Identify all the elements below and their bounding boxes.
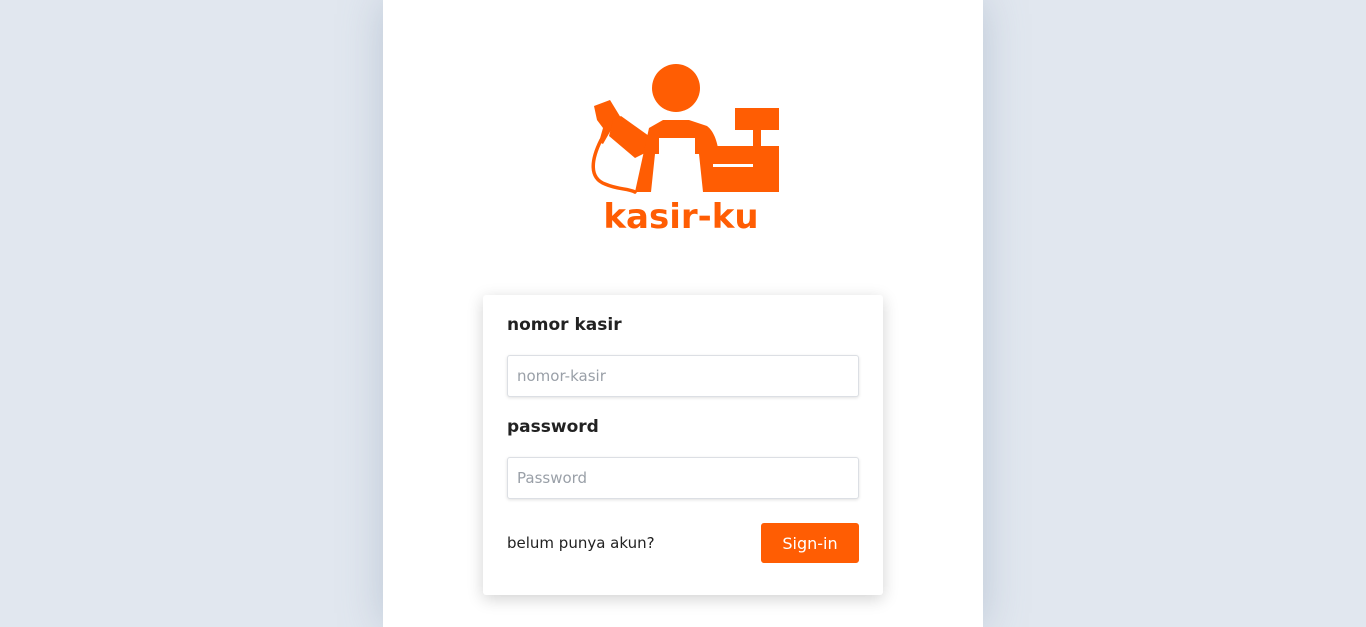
brand-name: kasir-ku — [603, 197, 758, 235]
login-panel: kasir-ku nomor kasir password belum puny… — [383, 0, 983, 627]
kasir-number-input[interactable] — [507, 355, 859, 397]
sign-in-button[interactable]: Sign-in — [761, 523, 859, 563]
password-label: password — [507, 417, 599, 437]
login-form: nomor kasir password belum punya akun? S… — [483, 295, 883, 595]
login-page: kasir-ku nomor kasir password belum puny… — [0, 0, 1366, 627]
brand-logo: kasir-ku — [583, 60, 783, 235]
cashier-icon: kasir-ku — [591, 64, 779, 235]
password-input[interactable] — [507, 457, 859, 499]
register-link[interactable]: belum punya akun? — [507, 534, 655, 552]
kasir-number-label: nomor kasir — [507, 315, 622, 335]
